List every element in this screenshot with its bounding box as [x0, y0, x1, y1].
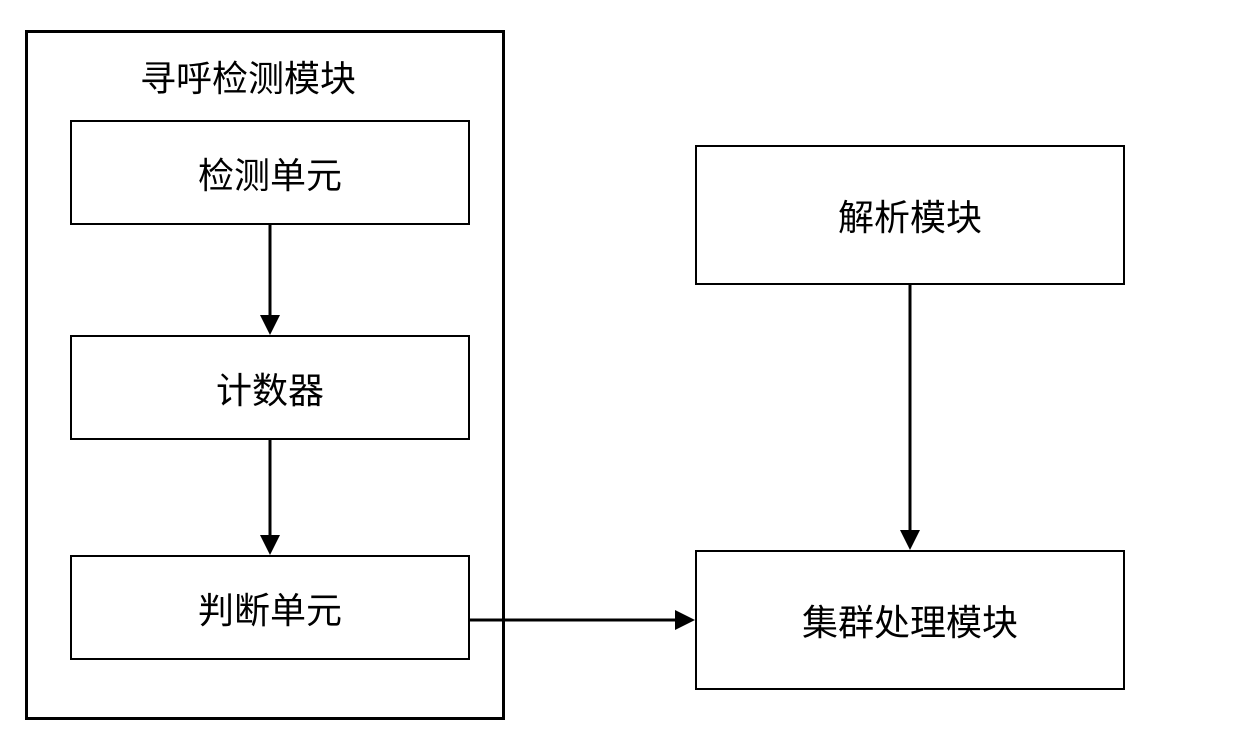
judge-unit-box: 判断单元 [70, 555, 470, 660]
counter-box: 计数器 [70, 335, 470, 440]
arrow-judge-to-cluster [470, 617, 695, 623]
judge-unit-label: 判断单元 [198, 582, 342, 634]
detect-unit-label: 检测单元 [198, 147, 342, 199]
arrow-detect-to-counter [267, 225, 273, 335]
parse-module-box: 解析模块 [695, 145, 1125, 285]
cluster-module-box: 集群处理模块 [695, 550, 1125, 690]
detect-unit-box: 检测单元 [70, 120, 470, 225]
arrow-parse-to-cluster [907, 285, 913, 550]
arrow-counter-to-judge [267, 440, 273, 555]
paging-detection-module-title: 寻呼检测模块 [140, 50, 356, 102]
counter-label: 计数器 [216, 362, 324, 414]
parse-module-label: 解析模块 [838, 189, 982, 241]
cluster-module-label: 集群处理模块 [802, 594, 1018, 646]
